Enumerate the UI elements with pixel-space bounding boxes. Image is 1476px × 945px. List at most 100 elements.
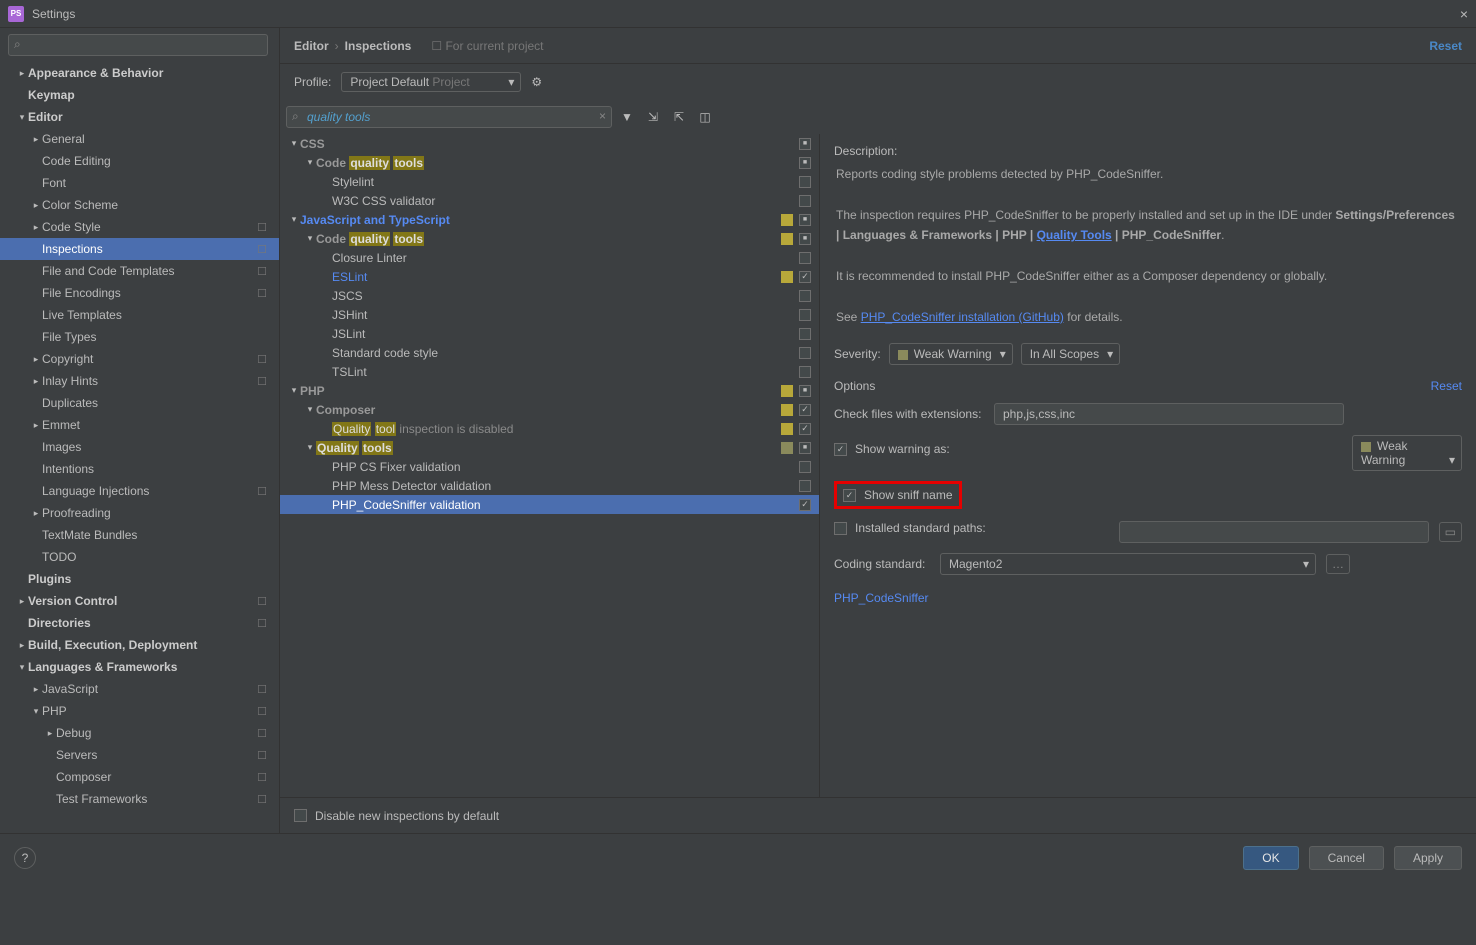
sidebar-item[interactable]: Language Injections☐ bbox=[0, 480, 279, 502]
browse-icon[interactable]: … bbox=[1326, 554, 1350, 574]
sidebar-item[interactable]: ▾Editor bbox=[0, 106, 279, 128]
inspection-tree[interactable]: ▾CSS▾Code quality toolsStylelintW3C CSS … bbox=[280, 134, 820, 797]
sidebar-search-input[interactable] bbox=[8, 34, 268, 56]
sidebar-item[interactable]: ▸Debug☐ bbox=[0, 722, 279, 744]
inspection-row[interactable]: Quality tool inspection is disabled bbox=[280, 419, 819, 438]
folder-icon[interactable]: ▭ bbox=[1439, 522, 1462, 542]
inspection-search-input[interactable] bbox=[286, 106, 612, 128]
inspection-row[interactable]: Stylelint bbox=[280, 172, 819, 191]
sidebar-item[interactable]: ▸Inlay Hints☐ bbox=[0, 370, 279, 392]
search-icon: ⌕ bbox=[292, 109, 299, 124]
apply-button[interactable]: Apply bbox=[1394, 846, 1462, 870]
profile-dropdown[interactable]: Project Default Project bbox=[341, 72, 521, 92]
inspection-row[interactable]: ▾CSS bbox=[280, 134, 819, 153]
search-icon: ⌕ bbox=[14, 37, 21, 52]
sidebar-item[interactable]: Composer☐ bbox=[0, 766, 279, 788]
sidebar-item[interactable]: Intentions bbox=[0, 458, 279, 480]
inspection-row[interactable]: PHP_CodeSniffer validation bbox=[280, 495, 819, 514]
sidebar-item[interactable]: Images bbox=[0, 436, 279, 458]
inspection-row[interactable]: Standard code style bbox=[280, 343, 819, 362]
inspection-row[interactable]: ESLint bbox=[280, 267, 819, 286]
sidebar-item[interactable]: Test Frameworks☐ bbox=[0, 788, 279, 810]
inspection-detail: Description: Reports coding style proble… bbox=[820, 134, 1476, 797]
toggle-icon[interactable]: ◫ bbox=[694, 106, 716, 128]
sidebar-item[interactable]: File and Code Templates☐ bbox=[0, 260, 279, 282]
sidebar-item[interactable]: ▸Code Style☐ bbox=[0, 216, 279, 238]
sidebar-item[interactable]: ▸Build, Execution, Deployment bbox=[0, 634, 279, 656]
phpcs-install-link[interactable]: PHP_CodeSniffer installation (GitHub) bbox=[861, 310, 1064, 324]
close-icon[interactable]: × bbox=[1460, 6, 1468, 22]
inspection-row[interactable]: ▾PHP bbox=[280, 381, 819, 400]
ok-button[interactable]: OK bbox=[1243, 846, 1298, 870]
inspection-row[interactable]: W3C CSS validator bbox=[280, 191, 819, 210]
sidebar-item[interactable]: ▾PHP☐ bbox=[0, 700, 279, 722]
settings-sidebar: ⌕ ▸Appearance & BehaviorKeymap▾Editor▸Ge… bbox=[0, 28, 280, 833]
inspection-row[interactable]: TSLint bbox=[280, 362, 819, 381]
show-sniff-name-highlight: Show sniff name bbox=[834, 481, 962, 509]
inspection-row[interactable]: PHP CS Fixer validation bbox=[280, 457, 819, 476]
extensions-input[interactable] bbox=[994, 403, 1344, 425]
filter-icon[interactable]: ▼ bbox=[616, 106, 638, 128]
inspection-row[interactable]: JSCS bbox=[280, 286, 819, 305]
reset-link[interactable]: Reset bbox=[1429, 39, 1462, 53]
scope-dropdown[interactable]: In All Scopes bbox=[1021, 343, 1120, 365]
sidebar-item[interactable]: Inspections☐ bbox=[0, 238, 279, 260]
titlebar: PS Settings × bbox=[0, 0, 1476, 28]
show-sniff-checkbox[interactable] bbox=[843, 489, 856, 502]
sidebar-item[interactable]: File Types bbox=[0, 326, 279, 348]
quality-tools-link[interactable]: Quality Tools bbox=[1037, 228, 1112, 242]
help-icon[interactable]: ? bbox=[14, 847, 36, 869]
sidebar-item[interactable]: TODO bbox=[0, 546, 279, 568]
sidebar-item[interactable]: Duplicates bbox=[0, 392, 279, 414]
sidebar-item[interactable]: File Encodings☐ bbox=[0, 282, 279, 304]
inspection-row[interactable]: JSLint bbox=[280, 324, 819, 343]
sidebar-item[interactable]: TextMate Bundles bbox=[0, 524, 279, 546]
severity-label: Severity: bbox=[834, 347, 881, 361]
gear-icon[interactable]: ⚙ bbox=[531, 75, 542, 89]
inspection-row[interactable]: ▾JavaScript and TypeScript bbox=[280, 210, 819, 229]
window-title: Settings bbox=[32, 7, 75, 21]
sidebar-item[interactable]: Live Templates bbox=[0, 304, 279, 326]
sidebar-item[interactable]: ▸Appearance & Behavior bbox=[0, 62, 279, 84]
sidebar-item[interactable]: ▸Color Scheme bbox=[0, 194, 279, 216]
cancel-button[interactable]: Cancel bbox=[1309, 846, 1384, 870]
sidebar-item[interactable]: Directories☐ bbox=[0, 612, 279, 634]
inspection-row[interactable]: JSHint bbox=[280, 305, 819, 324]
installed-paths-input[interactable] bbox=[1119, 521, 1429, 543]
show-sniff-label: Show sniff name bbox=[864, 488, 953, 502]
sidebar-item[interactable]: ▸Copyright☐ bbox=[0, 348, 279, 370]
sidebar-item[interactable]: Font bbox=[0, 172, 279, 194]
inspection-row[interactable]: ▾Composer bbox=[280, 400, 819, 419]
sidebar-tree[interactable]: ▸Appearance & BehaviorKeymap▾Editor▸Gene… bbox=[0, 62, 279, 833]
standard-dropdown[interactable]: Magento2 bbox=[940, 553, 1316, 575]
show-warning-checkbox[interactable] bbox=[834, 443, 847, 456]
description-label: Description: bbox=[834, 144, 1462, 158]
installed-paths-checkbox[interactable] bbox=[834, 522, 847, 535]
sidebar-item[interactable]: ▸Proofreading bbox=[0, 502, 279, 524]
inspection-row[interactable]: PHP Mess Detector validation bbox=[280, 476, 819, 495]
phpcs-link[interactable]: PHP_CodeSniffer bbox=[834, 591, 929, 605]
profile-label: Profile: bbox=[294, 75, 331, 89]
sidebar-item[interactable]: ▸Version Control☐ bbox=[0, 590, 279, 612]
inspection-row[interactable]: ▾Quality tools bbox=[280, 438, 819, 457]
options-reset-link[interactable]: Reset bbox=[1431, 379, 1462, 393]
sidebar-item[interactable]: Servers☐ bbox=[0, 744, 279, 766]
sidebar-item[interactable]: ▾Languages & Frameworks bbox=[0, 656, 279, 678]
inspection-row[interactable]: Closure Linter bbox=[280, 248, 819, 267]
description-text: Reports coding style problems detected b… bbox=[834, 158, 1462, 333]
sidebar-item[interactable]: ▸JavaScript☐ bbox=[0, 678, 279, 700]
sidebar-item[interactable]: ▸Emmet bbox=[0, 414, 279, 436]
sidebar-item[interactable]: Keymap bbox=[0, 84, 279, 106]
severity-dropdown[interactable]: Weak Warning bbox=[889, 343, 1013, 365]
collapse-icon[interactable]: ⇱ bbox=[668, 106, 690, 128]
show-warning-dropdown[interactable]: Weak Warning bbox=[1352, 435, 1462, 471]
inspection-row[interactable]: ▾Code quality tools bbox=[280, 229, 819, 248]
sidebar-item[interactable]: Code Editing bbox=[0, 150, 279, 172]
sidebar-item[interactable]: ▸General bbox=[0, 128, 279, 150]
app-icon: PS bbox=[8, 6, 24, 22]
clear-icon[interactable]: × bbox=[599, 109, 606, 123]
sidebar-item[interactable]: Plugins bbox=[0, 568, 279, 590]
inspection-row[interactable]: ▾Code quality tools bbox=[280, 153, 819, 172]
expand-icon[interactable]: ⇲ bbox=[642, 106, 664, 128]
disable-new-checkbox[interactable] bbox=[294, 809, 307, 822]
